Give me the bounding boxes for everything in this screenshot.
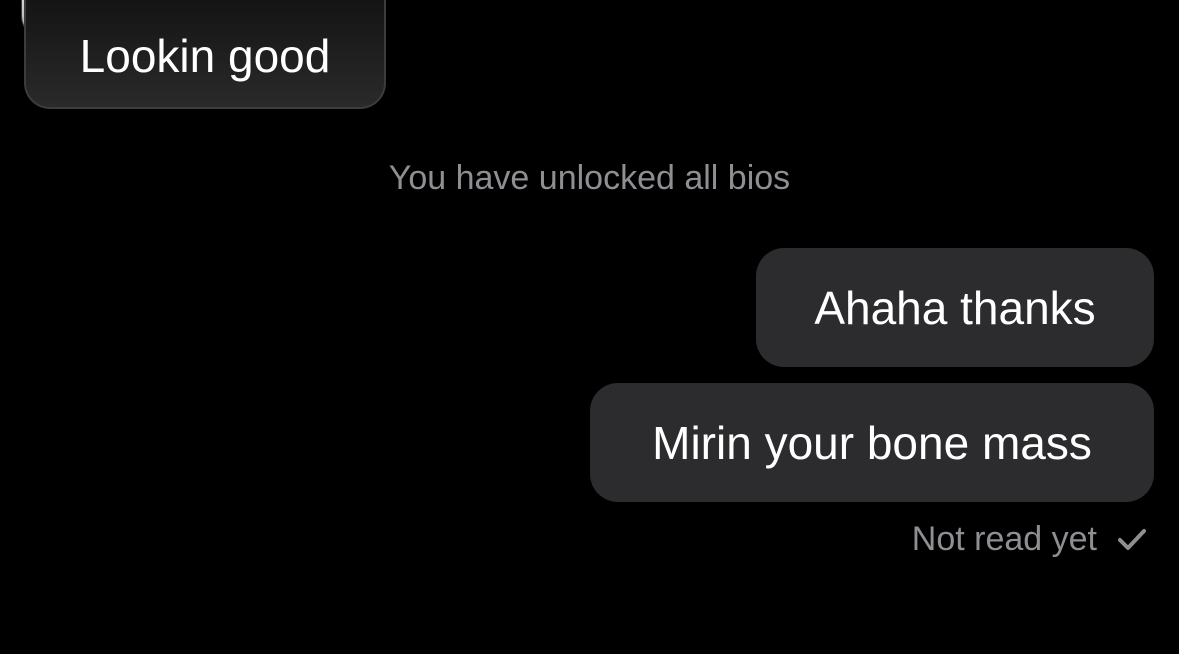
checkmark-icon	[1118, 529, 1146, 550]
sent-message-bubble[interactable]: Mirin your bone mass	[590, 383, 1154, 502]
read-receipt-label: Not read yet	[911, 520, 1097, 558]
sent-message-text: Ahaha thanks	[814, 281, 1096, 334]
sent-message-bubble[interactable]: Ahaha thanks	[756, 248, 1154, 367]
read-receipt: Not read yet	[912, 516, 1149, 562]
sent-message-text: Mirin your bone mass	[652, 416, 1092, 469]
received-message-text: Lookin good	[79, 29, 331, 82]
chat-screen: Lookin good You have unlocked all bios A…	[0, 0, 1179, 654]
received-message-bubble[interactable]: Lookin good	[24, 0, 386, 109]
system-note: You have unlocked all bios	[388, 159, 791, 197]
